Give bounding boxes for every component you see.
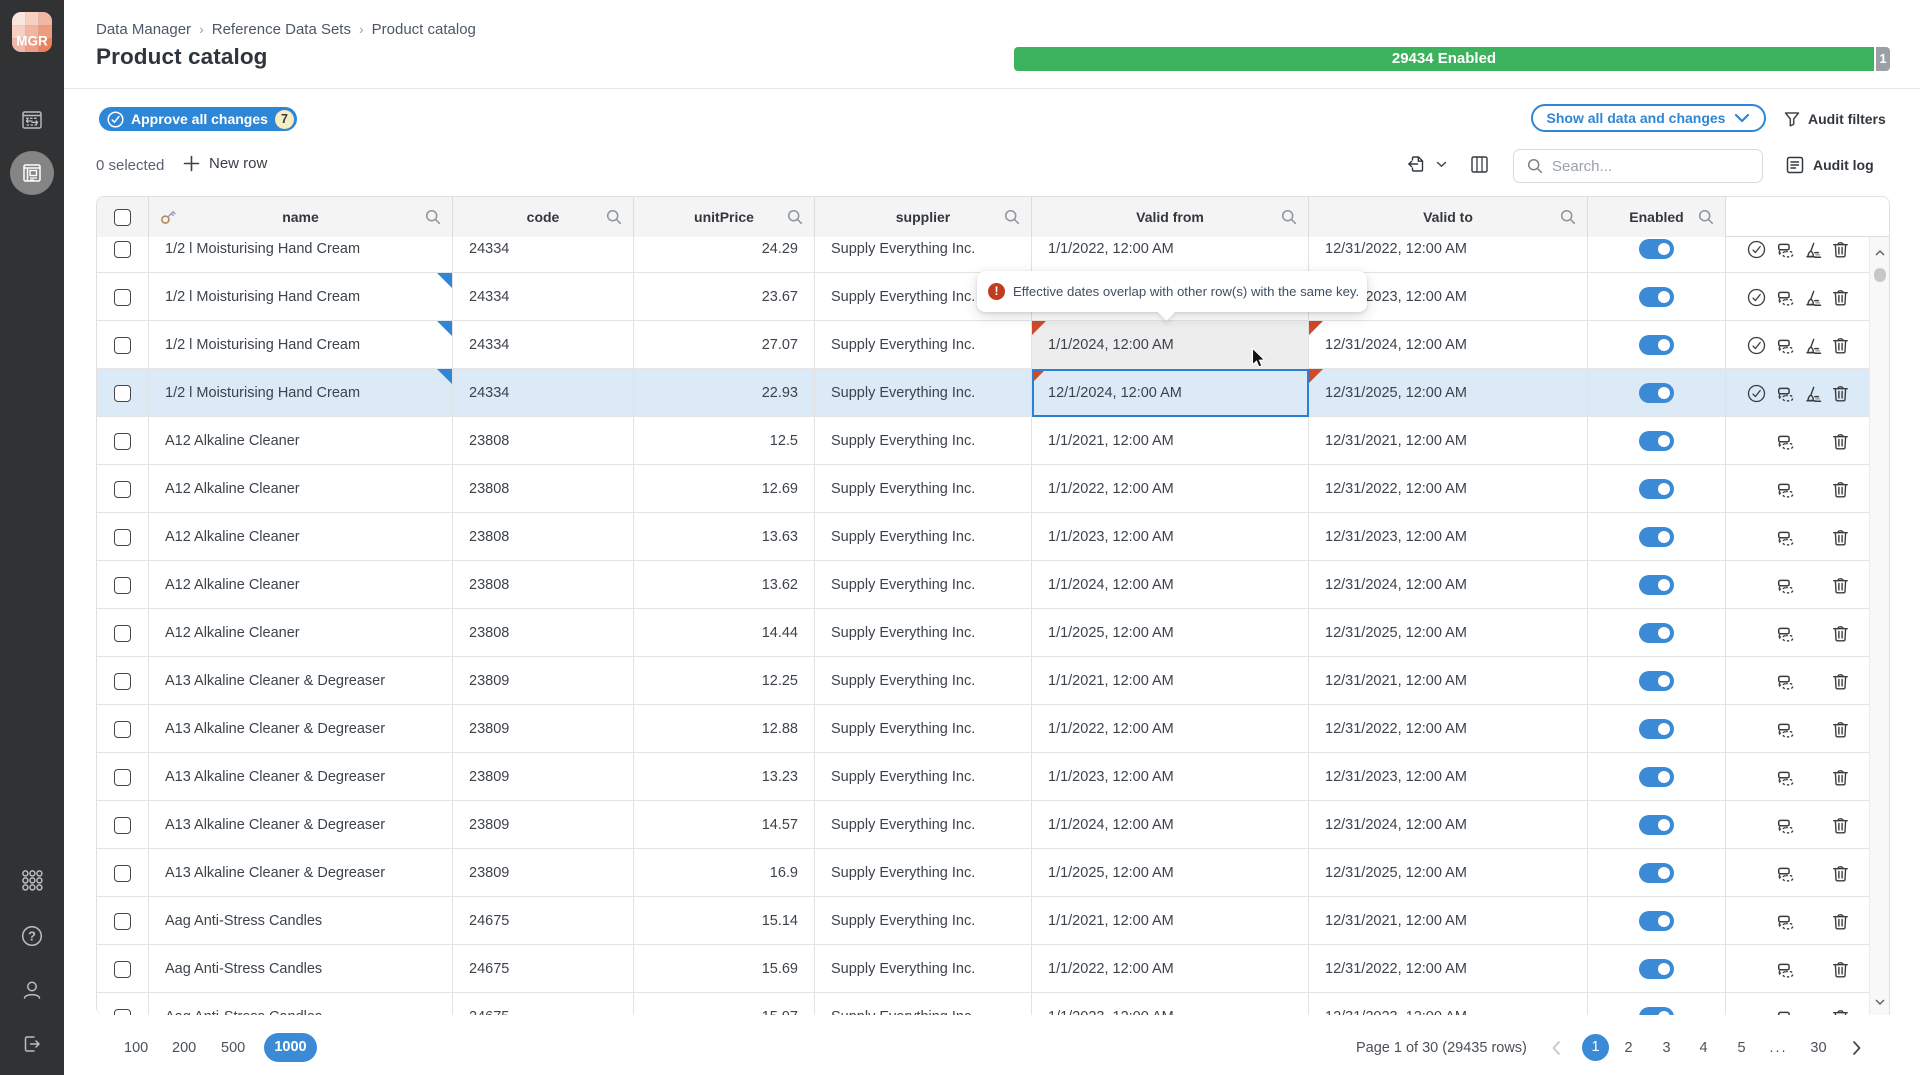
svg-text:?: ? — [28, 929, 36, 944]
svg-text:MGR: MGR — [16, 34, 48, 49]
